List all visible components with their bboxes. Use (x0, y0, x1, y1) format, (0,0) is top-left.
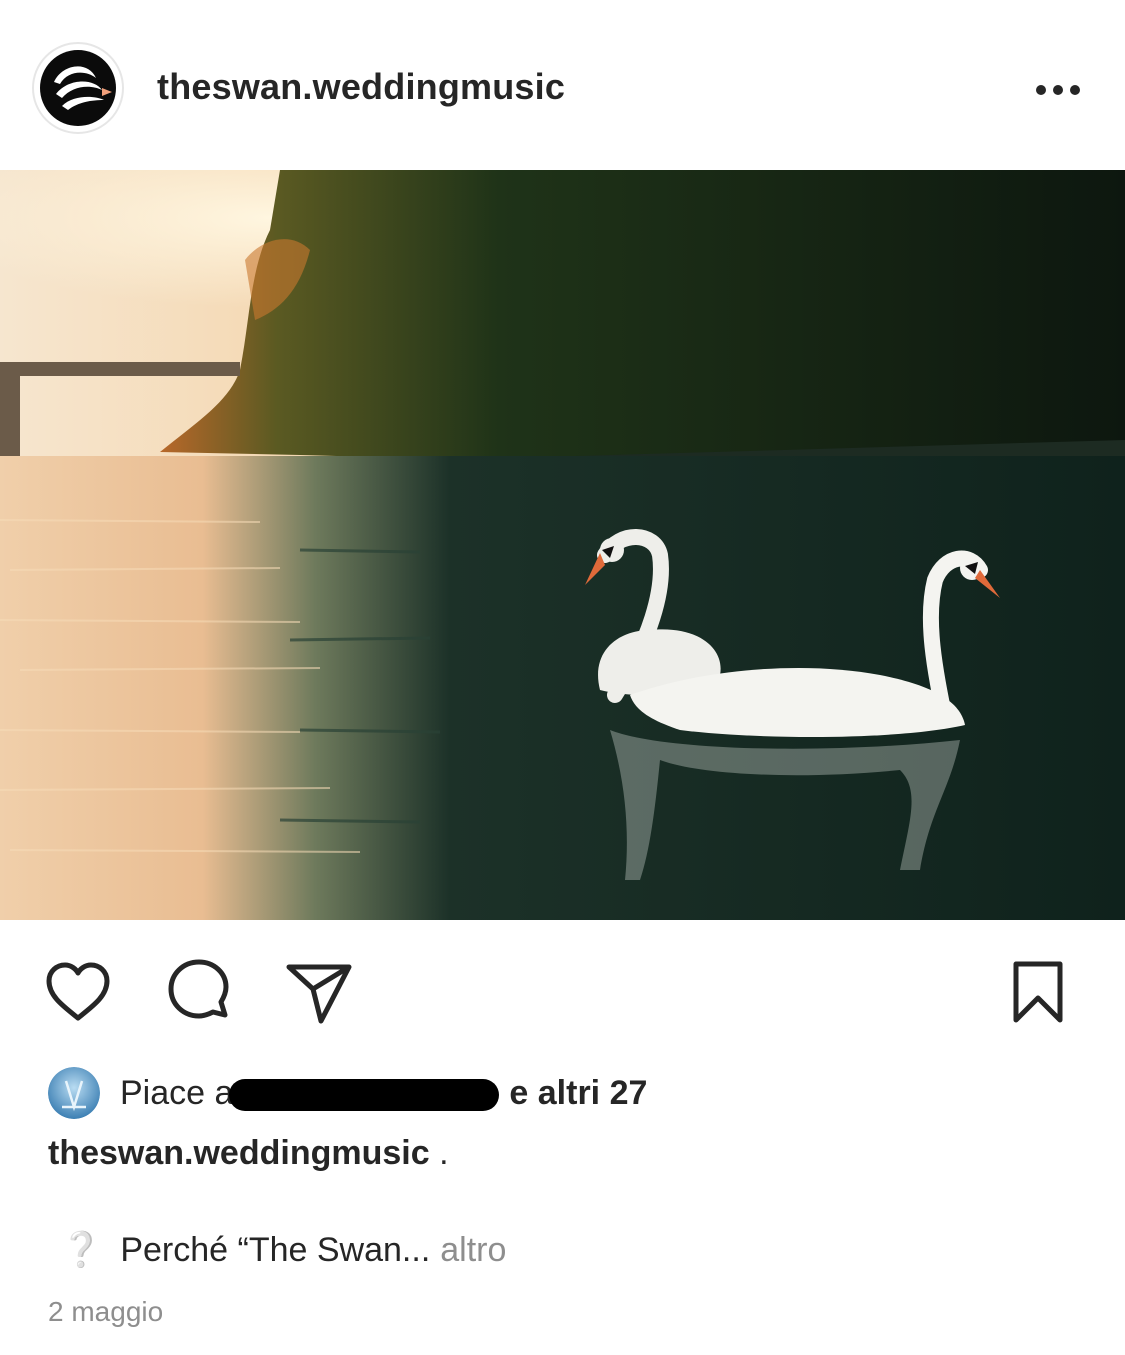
liker-avatar-image (48, 1067, 100, 1119)
save-button[interactable] (1002, 956, 1074, 1028)
heart-icon (46, 962, 110, 1021)
more-horizontal-icon (1036, 85, 1080, 95)
swans-photo-image (0, 170, 1125, 920)
redacted-username (229, 1079, 500, 1111)
comment-button[interactable] (160, 956, 236, 1028)
question-mark-icon: ❔ (60, 1231, 103, 1269)
snippet-text: Perché “The Swan... (120, 1230, 431, 1269)
post-photo[interactable] (0, 170, 1125, 920)
share-button[interactable] (280, 956, 356, 1028)
more-options-button[interactable] (1030, 70, 1086, 110)
liker-avatar[interactable] (48, 1067, 100, 1119)
post-header: theswan.weddingmusic (0, 0, 1125, 170)
more-link[interactable]: altro (440, 1231, 506, 1270)
caption-text: . (439, 1134, 449, 1172)
post-actions (0, 950, 1125, 1040)
bookmark-icon (1013, 961, 1063, 1023)
caption-snippet: ❔ Perché “The Swan... altro (60, 1230, 506, 1270)
comment-icon (168, 959, 229, 1019)
likes-row[interactable]: Piace a e altri 27 (48, 1066, 647, 1120)
caption-username[interactable]: theswan.weddingmusic (48, 1134, 430, 1172)
send-icon (286, 964, 352, 1024)
post-username[interactable]: theswan.weddingmusic (157, 66, 565, 108)
like-button[interactable] (40, 956, 116, 1028)
likes-count[interactable]: e altri 27 (509, 1074, 647, 1113)
post-date: 2 maggio (48, 1296, 164, 1327)
likes-prefix: Piace a (120, 1073, 234, 1112)
likes-text: Piace a e altri 27 (120, 1074, 647, 1113)
caption: theswan.weddingmusic . (48, 1134, 449, 1173)
swan-logo-icon (40, 50, 116, 126)
profile-avatar[interactable] (32, 42, 124, 134)
